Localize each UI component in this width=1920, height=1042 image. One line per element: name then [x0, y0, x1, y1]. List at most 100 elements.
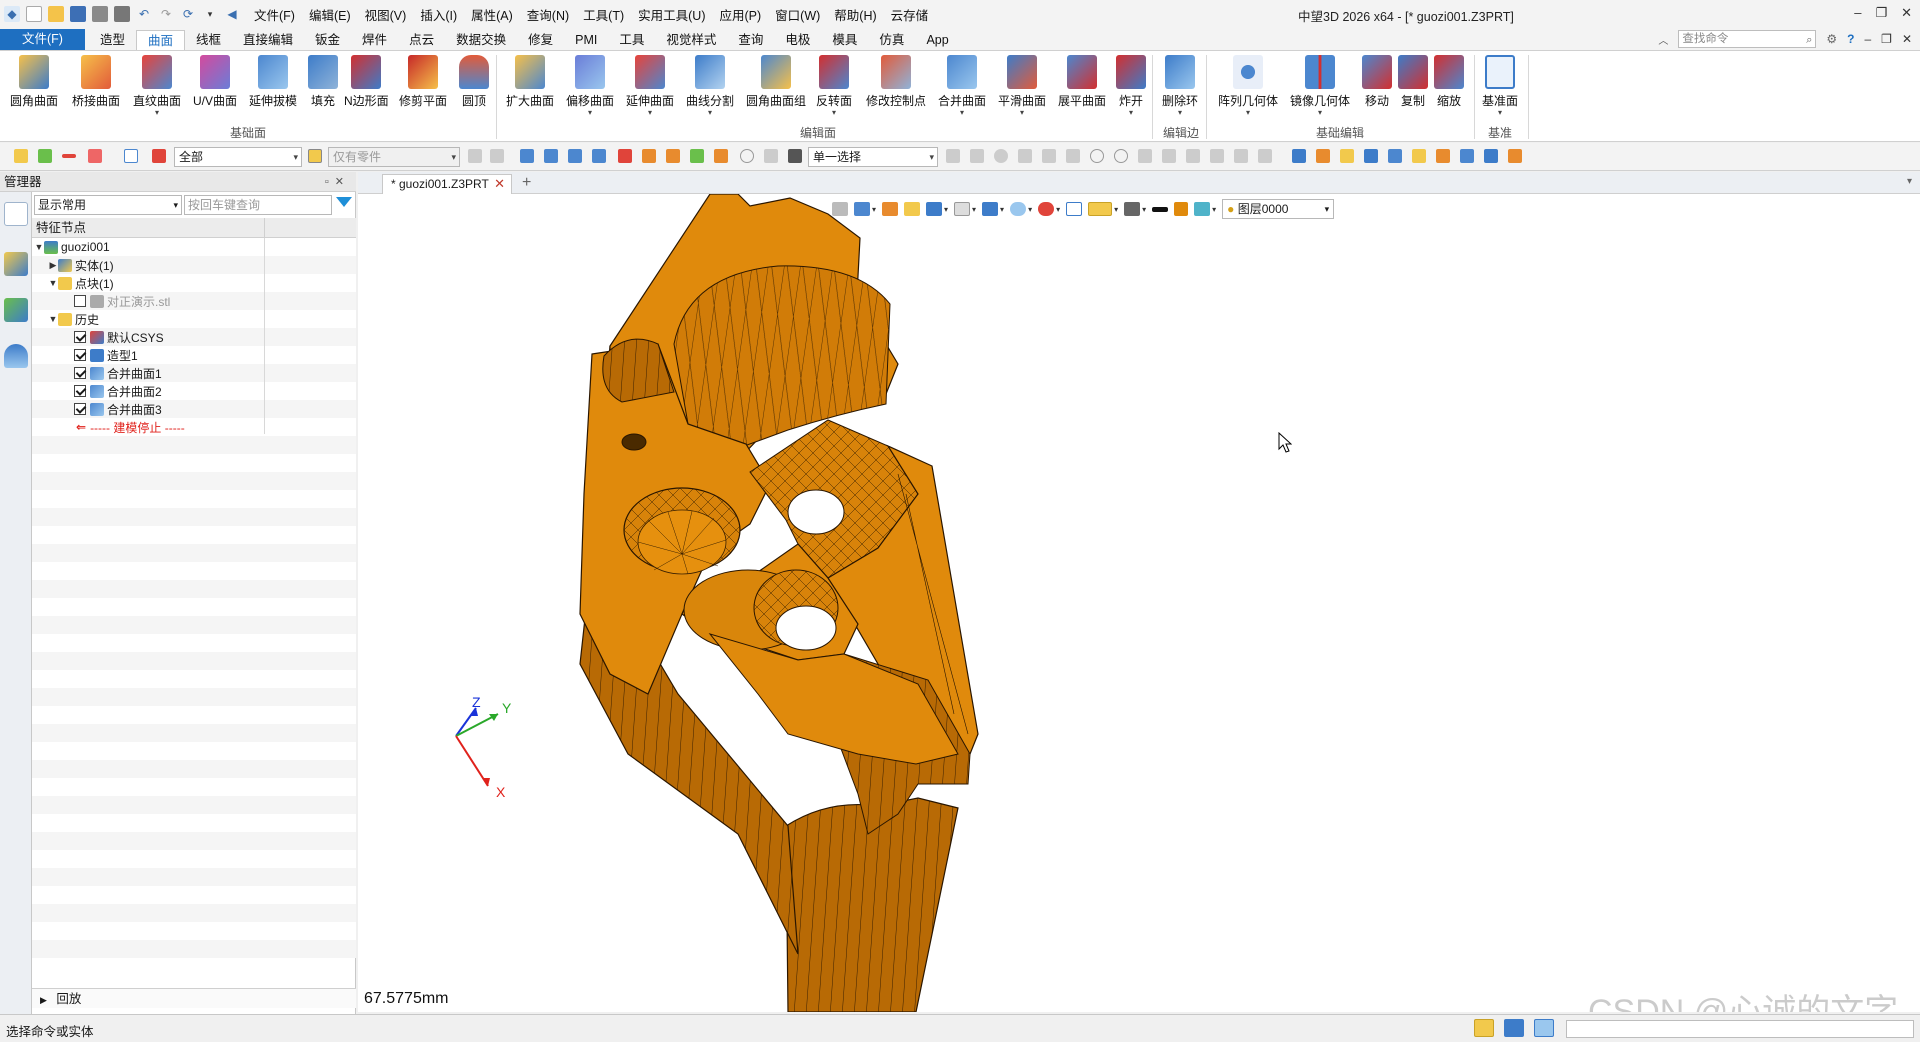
- tree-node-point-blocks[interactable]: ▼ 点块(1): [48, 274, 114, 292]
- layer-icon[interactable]: [642, 149, 656, 163]
- feature-filter-icon[interactable]: [1484, 149, 1498, 163]
- user-icon[interactable]: [4, 344, 28, 368]
- new-file-icon[interactable]: [26, 6, 42, 22]
- 3d-viewport[interactable]: ▾ ▾ ▾ ▾ ▾ ▾ ▾ ▾ ▾ ● 图层0000 ▾ Z Y X 67.57…: [358, 194, 1920, 1012]
- curve-snap-icon[interactable]: [1258, 149, 1272, 163]
- tree-column-divider[interactable]: [264, 218, 265, 238]
- command-search-input[interactable]: 查找命令 ⌕: [1678, 30, 1817, 48]
- ruled-surface-dropdown-icon[interactable]: ▾: [155, 109, 159, 117]
- ruled-surface-button[interactable]: 直纹曲面 ▾: [133, 55, 181, 121]
- customize-dropdown-icon[interactable]: ▾: [202, 6, 218, 22]
- menu-window[interactable]: 窗口(W): [775, 5, 820, 24]
- select-tool-icon[interactable]: [468, 149, 482, 163]
- menu-file[interactable]: 文件(F): [254, 5, 295, 24]
- snap-icon[interactable]: [994, 149, 1008, 163]
- print-icon[interactable]: [92, 6, 108, 22]
- display-mode-combo[interactable]: 显示常用 ▾: [34, 195, 182, 215]
- menu-cloud-storage[interactable]: 云存储: [891, 5, 929, 24]
- pattern-geometry-dropdown-icon[interactable]: ▾: [1246, 109, 1250, 117]
- menu-query[interactable]: 查询(N): [527, 5, 569, 24]
- tab-electrode[interactable]: 电极: [774, 30, 821, 50]
- snap-icon[interactable]: [970, 149, 984, 163]
- scale-button[interactable]: 缩放: [1434, 55, 1464, 121]
- circle-snap-icon[interactable]: [1114, 149, 1128, 163]
- menu-view[interactable]: 视图(V): [365, 5, 407, 24]
- enlarge-surface-button[interactable]: 扩大曲面: [506, 55, 554, 121]
- view-manager-icon[interactable]: [4, 298, 28, 322]
- tab-app[interactable]: App: [915, 30, 959, 50]
- search-icon[interactable]: ⌕: [1806, 32, 1812, 48]
- align-icon[interactable]: [520, 149, 534, 163]
- layer-icon[interactable]: [690, 149, 704, 163]
- tree-node-merge-surface3[interactable]: 合并曲面3: [74, 400, 162, 418]
- curve-filter-icon[interactable]: [1436, 149, 1450, 163]
- mirror-geometry-button[interactable]: 镜像几何体 ▾: [1290, 55, 1350, 121]
- visibility-checkbox[interactable]: [74, 349, 86, 361]
- uv-surface-button[interactable]: U/V曲面: [193, 55, 237, 121]
- extend-draft-button[interactable]: 延伸拔模: [249, 55, 297, 121]
- tab-file[interactable]: 文件(F): [0, 29, 85, 50]
- tree-node-history[interactable]: ▼ 历史: [48, 310, 99, 328]
- select-mode-combo[interactable]: 单一选择 ▾: [808, 147, 938, 167]
- body-filter-icon[interactable]: [1340, 149, 1354, 163]
- tab-modeling[interactable]: 造型: [89, 30, 136, 50]
- visibility-checkbox[interactable]: [74, 403, 86, 415]
- save-all-icon[interactable]: [114, 6, 130, 22]
- refresh-icon[interactable]: ⟳: [180, 6, 196, 22]
- curve-snap-icon[interactable]: [1210, 149, 1224, 163]
- pointer-icon[interactable]: [618, 149, 632, 163]
- component-filter-icon[interactable]: [1508, 149, 1522, 163]
- input-mode-icon[interactable]: [1474, 1019, 1494, 1037]
- ribbon-close-icon[interactable]: ✕: [1902, 32, 1912, 46]
- tree-node-merge-surface1[interactable]: 合并曲面1: [74, 364, 162, 382]
- reverse-face-button[interactable]: 反转面 ▾: [816, 55, 852, 121]
- menu-apps[interactable]: 应用(P): [719, 5, 761, 24]
- tab-repair[interactable]: 修复: [517, 30, 564, 50]
- tree-node-default-csys[interactable]: 默认CSYS: [74, 328, 164, 346]
- parts-only-combo[interactable]: 仅有零件 ▾: [328, 147, 460, 167]
- pick-icon[interactable]: [14, 149, 28, 163]
- n-sided-surface-button[interactable]: N边形面: [344, 55, 389, 121]
- offset-surface-button[interactable]: 偏移曲面 ▾: [566, 55, 614, 121]
- collapse-ribbon-icon[interactable]: ︿: [1658, 32, 1668, 47]
- menu-attribute[interactable]: 属性(A): [471, 5, 513, 24]
- datum-plane-dropdown-icon[interactable]: ▾: [1498, 109, 1502, 117]
- window-icon[interactable]: [1534, 1019, 1554, 1037]
- curve-snap-icon[interactable]: [1138, 149, 1152, 163]
- curve-snap-icon[interactable]: [1162, 149, 1176, 163]
- datum-plane-button[interactable]: 基准面 ▾: [1482, 55, 1518, 121]
- flatten-surface-button[interactable]: 展平曲面: [1058, 55, 1106, 121]
- close-icon[interactable]: ✕: [1901, 5, 1912, 21]
- merge-surface-button[interactable]: 合并曲面 ▾: [938, 55, 986, 121]
- tab-query[interactable]: 查询: [727, 30, 774, 50]
- smooth-surface-button[interactable]: 平滑曲面 ▾: [998, 55, 1046, 121]
- visibility-checkbox[interactable]: [74, 331, 86, 343]
- playback-section[interactable]: ▶ 回放: [32, 988, 356, 1008]
- settings-icon[interactable]: ⚙: [1826, 32, 1837, 46]
- tab-point-cloud[interactable]: 点云: [398, 30, 445, 50]
- curve-split-dropdown-icon[interactable]: ▾: [708, 109, 712, 117]
- tab-mold[interactable]: 模具: [821, 30, 868, 50]
- mirror-geometry-dropdown-icon[interactable]: ▾: [1318, 109, 1322, 117]
- curve-snap-icon[interactable]: [1186, 149, 1200, 163]
- snap-icon[interactable]: [1066, 149, 1080, 163]
- pattern-geometry-button[interactable]: 阵列几何体 ▾: [1218, 55, 1278, 121]
- tree-search-input[interactable]: 按回车键查询: [184, 195, 332, 215]
- open-folder-icon[interactable]: [48, 6, 64, 22]
- funnel-filter-icon[interactable]: [336, 197, 352, 207]
- rollback-icon[interactable]: [764, 149, 778, 163]
- extend-surface-dropdown-icon[interactable]: ▾: [648, 109, 652, 117]
- copy-button[interactable]: 复制: [1398, 55, 1428, 121]
- redo-icon[interactable]: ↷: [158, 6, 174, 22]
- ribbon-restore-icon[interactable]: ❐: [1881, 32, 1892, 46]
- save-icon[interactable]: [70, 6, 86, 22]
- curve-split-button[interactable]: 曲线分割 ▾: [686, 55, 734, 121]
- fillet-surface-group-button[interactable]: 圆角曲面组: [746, 55, 806, 121]
- bridge-surface-button[interactable]: 桥接曲面: [72, 55, 120, 121]
- expand-arrow-icon[interactable]: ▶: [48, 260, 58, 271]
- stop-icon[interactable]: [788, 149, 802, 163]
- datum-filter-icon[interactable]: [1460, 149, 1474, 163]
- add-icon[interactable]: [38, 149, 52, 163]
- extend-surface-button[interactable]: 延伸曲面 ▾: [626, 55, 674, 121]
- delete-loop-dropdown-icon[interactable]: ▾: [1178, 109, 1182, 117]
